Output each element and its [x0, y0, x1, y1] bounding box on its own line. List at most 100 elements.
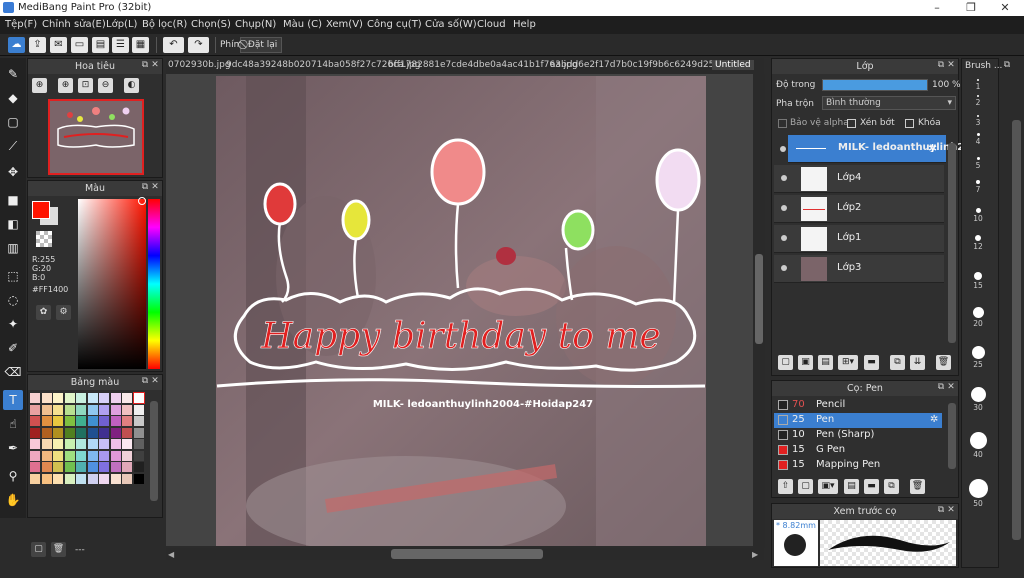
copy-brush-icon[interactable]: ⧉: [884, 479, 899, 494]
palette-swatch[interactable]: [76, 473, 86, 484]
brush-size-dot[interactable]: [976, 156, 980, 160]
saturation-value-picker[interactable]: [78, 199, 146, 369]
blur-tool-icon[interactable]: ✒: [3, 438, 23, 458]
brush-item[interactable]: 10 Pen (Sharp): [774, 428, 942, 443]
reset-button[interactable]: ⃠ Đặt lại: [240, 37, 283, 53]
menu-filter[interactable]: Bộ lọc(R): [142, 19, 187, 30]
new-1bit-layer-icon[interactable]: ▤: [818, 355, 833, 370]
palette-swatch[interactable]: [122, 450, 132, 461]
rotate-icon[interactable]: ◐: [124, 78, 139, 93]
palette-swatch[interactable]: [53, 450, 63, 461]
palette-swatch[interactable]: [110, 450, 121, 461]
palette-swatch[interactable]: [53, 416, 63, 426]
tab-document-1[interactable]: 0702930b.jpg: [168, 60, 231, 70]
layer-item[interactable]: Lớp1: [774, 225, 944, 253]
close-button[interactable]: ✕: [988, 0, 1022, 16]
brush-size-scrollbar[interactable]: [1012, 120, 1021, 540]
palette-swatch[interactable]: [30, 462, 40, 472]
layer-item[interactable]: Lớp2: [774, 195, 944, 223]
brush-size-dot[interactable]: [971, 345, 985, 359]
primary-color-swatch[interactable]: [32, 201, 50, 219]
palette-icon[interactable]: ✿: [36, 305, 51, 320]
fit-icon[interactable]: ⊡: [78, 78, 93, 93]
fill-rect-tool-icon[interactable]: ■: [3, 190, 23, 210]
palette-swatch[interactable]: [122, 416, 132, 426]
palette-swatch[interactable]: [41, 404, 52, 415]
delete-layer-icon[interactable]: 🗑: [936, 355, 951, 370]
minimize-button[interactable]: –: [920, 0, 954, 16]
palette-swatch[interactable]: [87, 416, 98, 426]
palette-swatch[interactable]: [99, 416, 109, 426]
palette-swatch[interactable]: [87, 393, 98, 403]
layer-item[interactable]: MILK- ledoanthuylinh2004 ✲: [780, 135, 985, 163]
select-tool-icon[interactable]: ⬚: [3, 266, 23, 286]
gear-icon[interactable]: ✲: [930, 414, 938, 425]
palette-swatch[interactable]: [64, 404, 75, 415]
close-panel-icon[interactable]: ✕: [946, 505, 956, 515]
palette-swatch[interactable]: [99, 404, 109, 415]
palette-swatch[interactable]: [99, 462, 109, 472]
palette-swatch[interactable]: [122, 404, 132, 415]
hand-tool-icon[interactable]: ✋: [3, 490, 23, 510]
eye-icon[interactable]: [781, 235, 787, 241]
layer-scrollbar[interactable]: [948, 143, 956, 343]
brush-size-dot[interactable]: [977, 115, 979, 117]
palette-scrollbar[interactable]: [150, 401, 158, 501]
brush-size-dot[interactable]: [975, 207, 981, 213]
palette-swatch[interactable]: [53, 427, 63, 438]
float-icon[interactable]: ⧉: [140, 376, 150, 386]
new-halftone-layer-icon[interactable]: ▣: [798, 355, 813, 370]
menu-capture[interactable]: Chụp(N): [235, 19, 276, 30]
palette-swatch[interactable]: [64, 473, 75, 484]
gradient-tool-icon[interactable]: ▥: [3, 238, 23, 258]
grid-icon[interactable]: ▦: [132, 37, 149, 53]
list-icon[interactable]: ☰: [112, 37, 129, 53]
brush-item[interactable]: 70 Pencil: [774, 398, 942, 413]
palette-swatch[interactable]: [41, 427, 52, 438]
palette-swatch[interactable]: [41, 450, 52, 461]
eye-icon[interactable]: [781, 265, 787, 271]
palette-swatch[interactable]: [87, 427, 98, 438]
brush-size-dot[interactable]: [977, 79, 979, 81]
lasso-tool-icon[interactable]: ◌: [3, 290, 23, 310]
palette-swatch[interactable]: [41, 462, 52, 472]
blend-mode-select[interactable]: Bình thường ▾: [822, 96, 956, 110]
palette-swatch[interactable]: [110, 462, 121, 472]
brush-size-dot[interactable]: [975, 235, 981, 241]
palette-swatch[interactable]: [87, 450, 98, 461]
palette-swatch[interactable]: [53, 393, 63, 403]
palette-swatch[interactable]: [76, 450, 86, 461]
palette-swatch[interactable]: [41, 393, 52, 403]
palette-swatch[interactable]: [133, 439, 144, 449]
palette-swatch[interactable]: [133, 404, 144, 415]
color-settings-icon[interactable]: ⚙: [56, 305, 71, 320]
palette-swatch[interactable]: [99, 427, 109, 438]
eraser-tool-icon[interactable]: ◆: [3, 88, 23, 108]
palette-swatch[interactable]: [133, 450, 144, 461]
menu-color[interactable]: Màu (C): [283, 19, 322, 30]
palette-swatch[interactable]: [133, 416, 144, 426]
menu-tools[interactable]: Công cụ(T): [367, 19, 422, 30]
palette-swatch[interactable]: [122, 393, 132, 403]
float-icon[interactable]: ⧉: [140, 60, 150, 70]
palette-swatch[interactable]: [122, 427, 132, 438]
duplicate-layer-icon[interactable]: ⧉: [890, 355, 905, 370]
lock-checkbox[interactable]: [905, 119, 914, 128]
bucket-tool-icon[interactable]: ◧: [3, 214, 23, 234]
comment-icon[interactable]: ✉: [50, 37, 67, 53]
brush-size-dot[interactable]: [969, 431, 987, 449]
zoom-in2-icon[interactable]: ⊕: [58, 78, 73, 93]
eye-icon[interactable]: [781, 175, 787, 181]
palette-swatch[interactable]: [53, 462, 63, 472]
vertical-scrollbar-thumb[interactable]: [755, 254, 763, 344]
select-eraser-tool-icon[interactable]: ⌫: [3, 362, 23, 382]
close-panel-icon[interactable]: ✕: [946, 382, 956, 392]
palette-swatch[interactable]: [76, 404, 86, 415]
palette-swatch[interactable]: [41, 416, 52, 426]
eyedropper-tool-icon[interactable]: ⚲: [3, 466, 23, 486]
palette-swatch-grid[interactable]: [30, 391, 148, 515]
palette-swatch[interactable]: [110, 393, 121, 403]
merge-layer-icon[interactable]: ⇊: [910, 355, 925, 370]
palette-swatch[interactable]: [64, 439, 75, 449]
palette-swatch[interactable]: [133, 473, 144, 484]
